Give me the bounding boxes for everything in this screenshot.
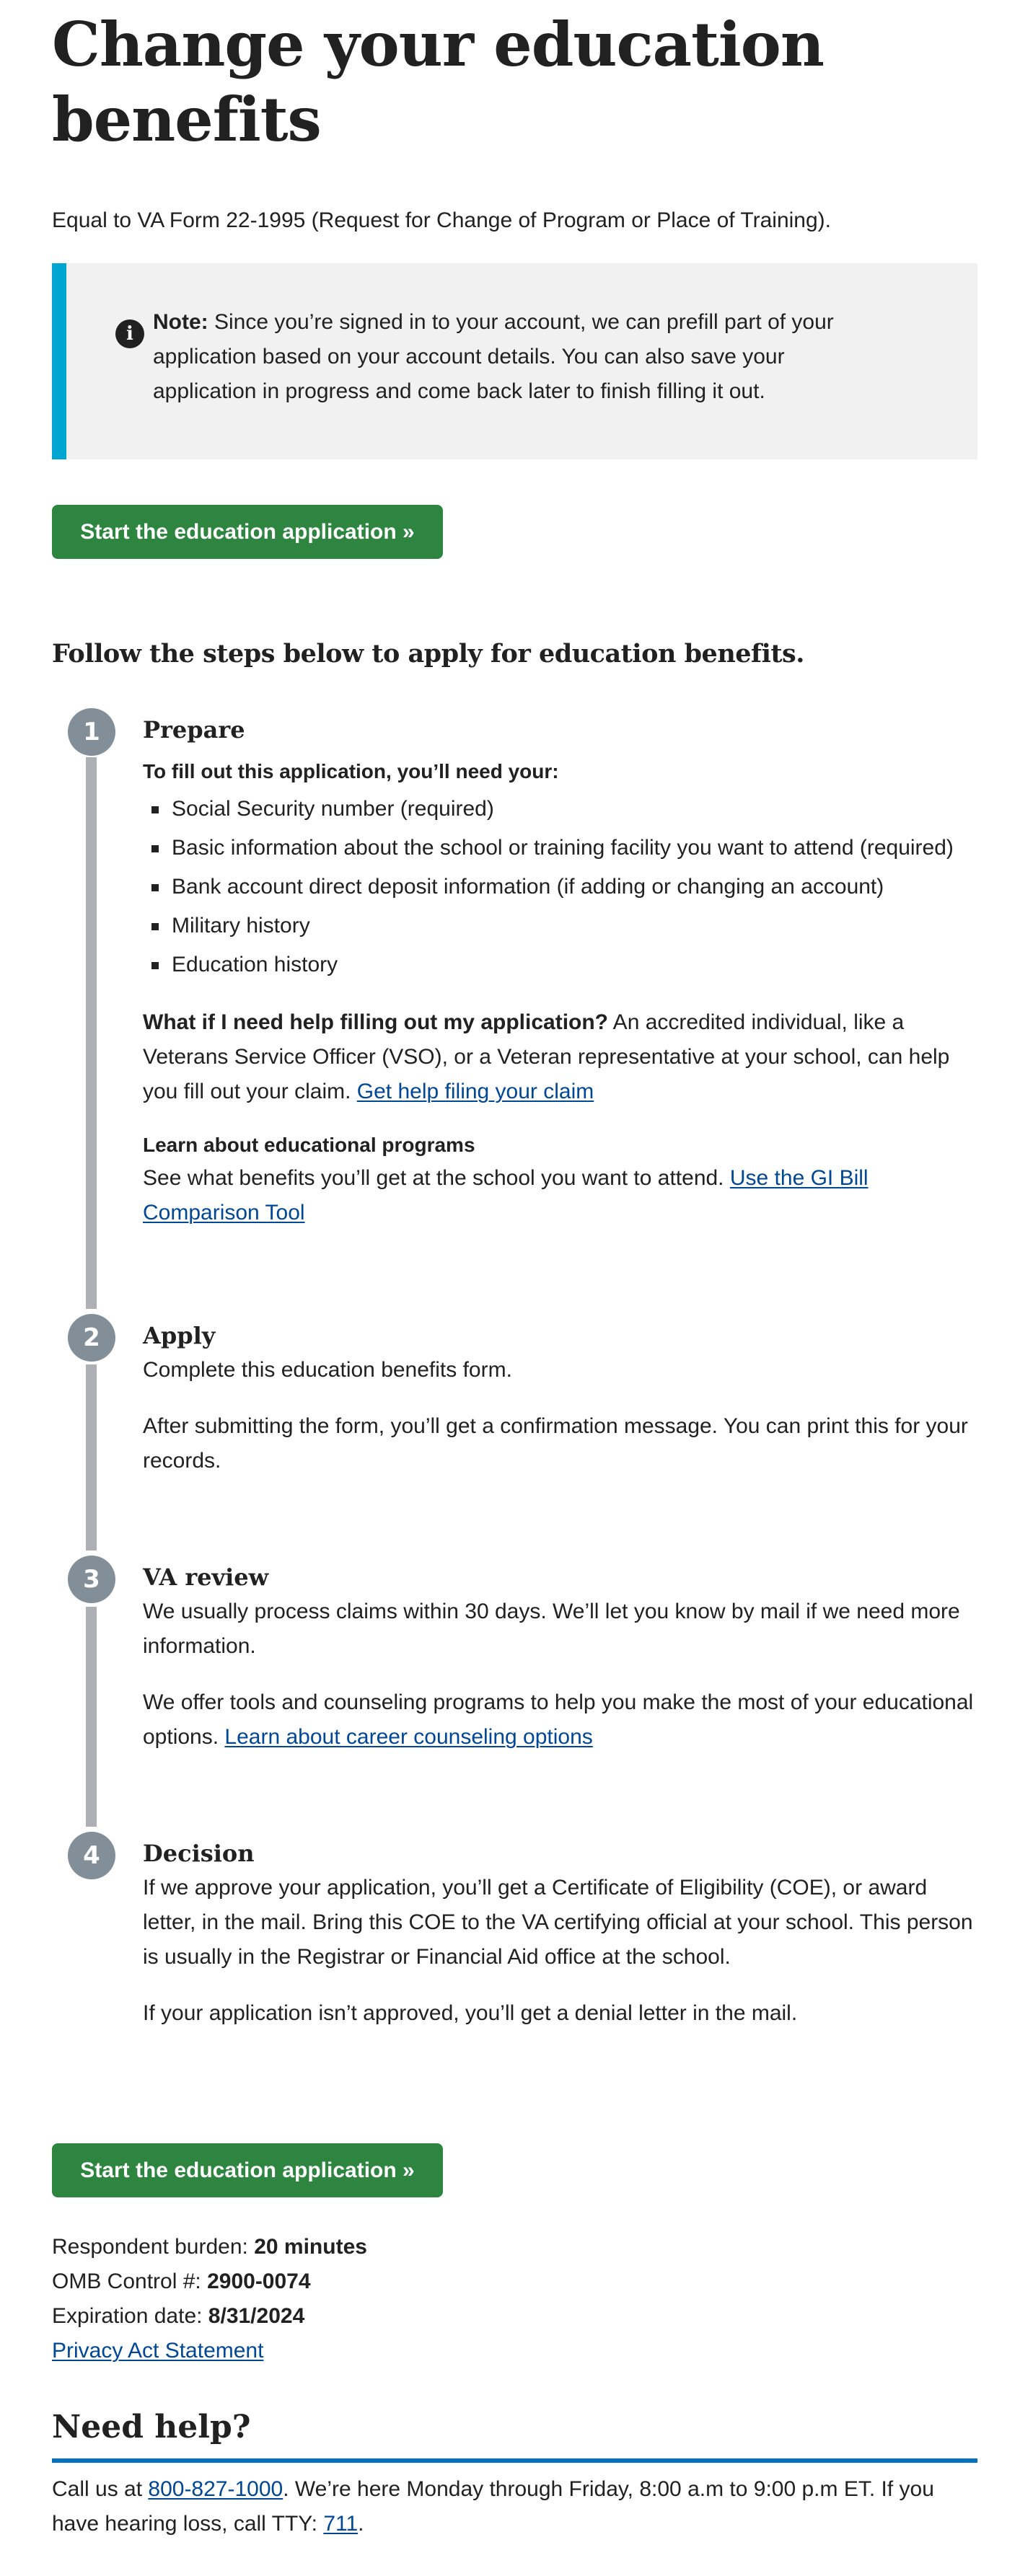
step-4-paragraph-2: If your application isn’t approved, you’… [143, 2001, 798, 2025]
list-item: Basic information about the school or tr… [143, 831, 980, 865]
omb-control: OMB Control #: 2900-0074 [52, 2264, 773, 2299]
programs-heading: Learn about educational programs [143, 1134, 475, 1156]
list-item: Education history [143, 948, 980, 982]
step-3-paragraph-2: We offer tools and counseling programs t… [143, 1685, 980, 1755]
form-meta: Respondent burden: 20 minutes OMB Contro… [52, 2230, 773, 2368]
step-2-paragraph-2: After submitting the form, you’ll get a … [143, 1414, 968, 1473]
needs-heading: To fill out this application, you’ll nee… [143, 760, 559, 782]
help-question: What if I need help filling out my appli… [143, 1010, 608, 1034]
step-1-body: To fill out this application, you’ll nee… [143, 756, 980, 1230]
step-2-paragraph-1: Complete this education benefits form. [143, 1358, 512, 1382]
step-1-title: Prepare [143, 716, 245, 744]
get-help-filing-link[interactable]: Get help filing your claim [357, 1080, 594, 1103]
programs-paragraph: See what benefits you’ll get at the scho… [143, 1161, 980, 1230]
step-2-number: 2 [68, 1314, 115, 1362]
respondent-burden: Respondent burden: 20 minutes [52, 2230, 773, 2264]
call-us-text: Call us at [52, 2477, 149, 2501]
step-2-connector [86, 1364, 97, 1551]
need-help-heading: Need help? [52, 2409, 251, 2445]
need-help-divider [52, 2458, 977, 2463]
privacy-act-link[interactable]: Privacy Act Statement [52, 2339, 263, 2363]
period-text: . [358, 2512, 364, 2536]
career-counseling-link[interactable]: Learn about career counseling options [224, 1725, 592, 1749]
privacy-row: Privacy Act Statement [52, 2334, 773, 2368]
step-3-connector [86, 1607, 97, 1827]
expiration-label: Expiration date: [52, 2304, 208, 2328]
expiration-value: 8/31/2024 [208, 2304, 305, 2328]
list-item: Military history [143, 909, 980, 943]
step-3-number: 3 [68, 1556, 115, 1603]
burden-label: Respondent burden: [52, 2235, 255, 2259]
programs-text: See what benefits you’ll get at the scho… [143, 1166, 730, 1190]
tty-link[interactable]: 711 [323, 2512, 358, 2536]
page-title: Change your education benefits [52, 9, 825, 155]
help-paragraph: What if I need help filling out my appli… [143, 1005, 980, 1109]
phone-link[interactable]: 800-827-1000 [148, 2477, 283, 2501]
need-help-text: Call us at 800-827-1000. We’re here Mond… [52, 2472, 977, 2541]
step-3-body: We usually process claims within 30 days… [143, 1594, 980, 1755]
step-4-body: If we approve your application, you’ll g… [143, 1871, 980, 2031]
form-subtitle: Equal to VA Form 22-1995 (Request for Ch… [52, 208, 831, 232]
step-3-title: VA review [143, 1563, 269, 1591]
omb-value: 2900-0074 [207, 2270, 311, 2293]
expiration-date: Expiration date: 8/31/2024 [52, 2299, 773, 2334]
note-body: Since you’re signed in to your account, … [153, 310, 834, 403]
step-3-paragraph-1: We usually process claims within 30 days… [143, 1600, 960, 1658]
step-1-number: 1 [68, 708, 115, 756]
step-4-title: Decision [143, 1840, 255, 1867]
omb-label: OMB Control #: [52, 2270, 208, 2293]
step-2-body: Complete this education benefits form. A… [143, 1353, 980, 1478]
needs-list: Social Security number (required) Basic … [143, 792, 980, 982]
step-4-paragraph-1: If we approve your application, you’ll g… [143, 1876, 973, 1969]
list-item: Bank account direct deposit information … [143, 870, 980, 904]
step-1-connector [86, 757, 97, 1309]
note-label: Note: [153, 310, 208, 334]
step-2-title: Apply [143, 1322, 216, 1349]
burden-value: 20 minutes [254, 2235, 367, 2259]
note-text: Note: Since you’re signed in to your acc… [153, 305, 874, 409]
step-4-number: 4 [68, 1832, 115, 1879]
list-item: Social Security number (required) [143, 792, 980, 826]
info-circle-icon: i [115, 319, 144, 348]
start-application-button-bottom[interactable]: Start the education application » [52, 2143, 443, 2197]
start-application-button[interactable]: Start the education application » [52, 505, 443, 559]
note-alert: i Note: Since you’re signed in to your a… [52, 263, 977, 459]
steps-heading: Follow the steps below to apply for educ… [52, 639, 804, 669]
